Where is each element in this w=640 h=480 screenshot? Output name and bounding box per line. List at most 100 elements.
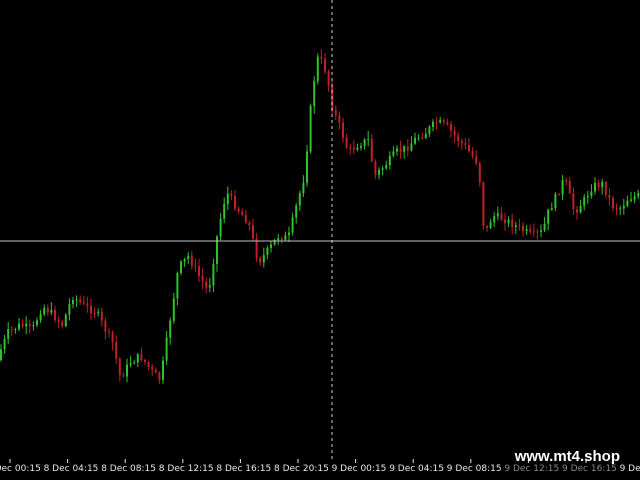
candle-body [201,276,204,282]
time-tick-label: 8 Dec 12:15 [159,464,214,474]
candle-body [205,281,208,288]
time-tick-label: 8 Dec 08:15 [101,464,156,474]
candle-body [75,299,78,301]
candle-body [126,364,128,377]
time-tick-label: 9 Dec 04:15 [389,464,444,474]
candle-body [90,305,92,314]
time-tick-label: 9 Dec 00:15 [332,464,387,474]
candle-body [453,130,456,136]
candle-body [579,205,582,213]
candle-body [414,137,416,144]
candle-body [435,121,438,123]
candle-body [457,135,460,142]
candle-body [568,181,571,194]
candle-body [558,194,560,196]
candle-body [619,208,622,210]
candle-body [252,225,254,239]
candle-body [374,161,377,175]
candle-body [270,244,272,248]
candle-body [183,259,186,262]
candle-body [590,191,593,197]
candle-body [284,235,287,240]
candle-body [475,156,478,164]
candle-body [320,56,323,59]
candle-body [129,363,132,365]
candle-body [115,342,118,359]
candle-body [248,222,251,226]
candle-body [219,218,222,237]
candle-body [104,320,107,332]
candle-body [158,372,161,380]
candle-body [604,182,607,195]
candle-body [601,182,604,188]
candle-body [349,147,352,149]
candle-body [122,375,125,377]
watermark-text: www.mt4.shop [514,448,620,465]
candle-body [50,309,53,313]
candle-body [46,307,49,313]
candle-body [406,146,409,151]
candle-body [547,209,550,224]
price-chart[interactable]: 8 Dec 00:158 Dec 04:158 Dec 08:158 Dec 1… [0,0,640,480]
time-tick-label: 8 Dec 20:15 [274,464,329,474]
candle-body [165,337,168,361]
candle-body [460,141,463,144]
candle-body [468,145,470,152]
candle-body [86,303,89,306]
candle-body [187,255,190,259]
candle-body [277,238,280,240]
candle-body [478,163,481,183]
candle-body [522,225,524,232]
candle-body [208,285,211,288]
candle-body [399,148,402,152]
candle-body [608,195,611,198]
candle-body [259,258,262,263]
candle-body [565,180,568,182]
time-tick-label: 9 Dec 12:15 [504,464,559,474]
candle-body [496,213,499,217]
time-tick-label: 8 Dec 16:15 [216,464,271,474]
candle-body [21,323,24,327]
candle-body [622,205,625,209]
candle-body [111,332,114,343]
candle-body [633,196,636,200]
candle-body [327,71,330,86]
candle-body [28,323,31,326]
candle-body [514,225,517,228]
candle-body [25,323,28,327]
candle-body [82,302,85,304]
candle-body [0,349,2,360]
candle-body [72,300,74,304]
chart-canvas[interactable]: 8 Dec 00:158 Dec 04:158 Dec 08:158 Dec 1… [0,0,640,480]
candle-body [61,321,64,326]
candle-body [518,225,521,227]
candle-body [334,110,337,116]
candle-body [151,366,154,370]
candle-body [97,311,100,314]
time-tick-label: 9 Dec 20:15 [620,464,640,474]
candle-body [543,223,546,231]
candle-body [504,219,506,224]
candle-body [615,208,618,210]
candle-body [442,120,445,123]
candle-body [511,219,514,228]
candle-body [428,127,431,134]
candle-body [324,58,326,72]
candle-body [572,193,575,210]
candle-body [363,139,366,147]
candle-body [162,360,164,380]
candle-body [532,231,535,233]
candle-body [360,146,362,148]
candle-body [554,194,557,209]
candle-body [378,169,380,175]
candle-body [367,138,370,140]
candle-body [586,196,589,198]
time-tick-label: 8 Dec 04:15 [44,464,99,474]
candle-body [630,199,632,201]
candle-body [388,155,391,166]
candle-body [32,325,35,327]
candle-body [561,180,564,195]
candle-body [3,338,6,350]
candle-body [10,329,13,331]
candle-body [482,182,485,226]
